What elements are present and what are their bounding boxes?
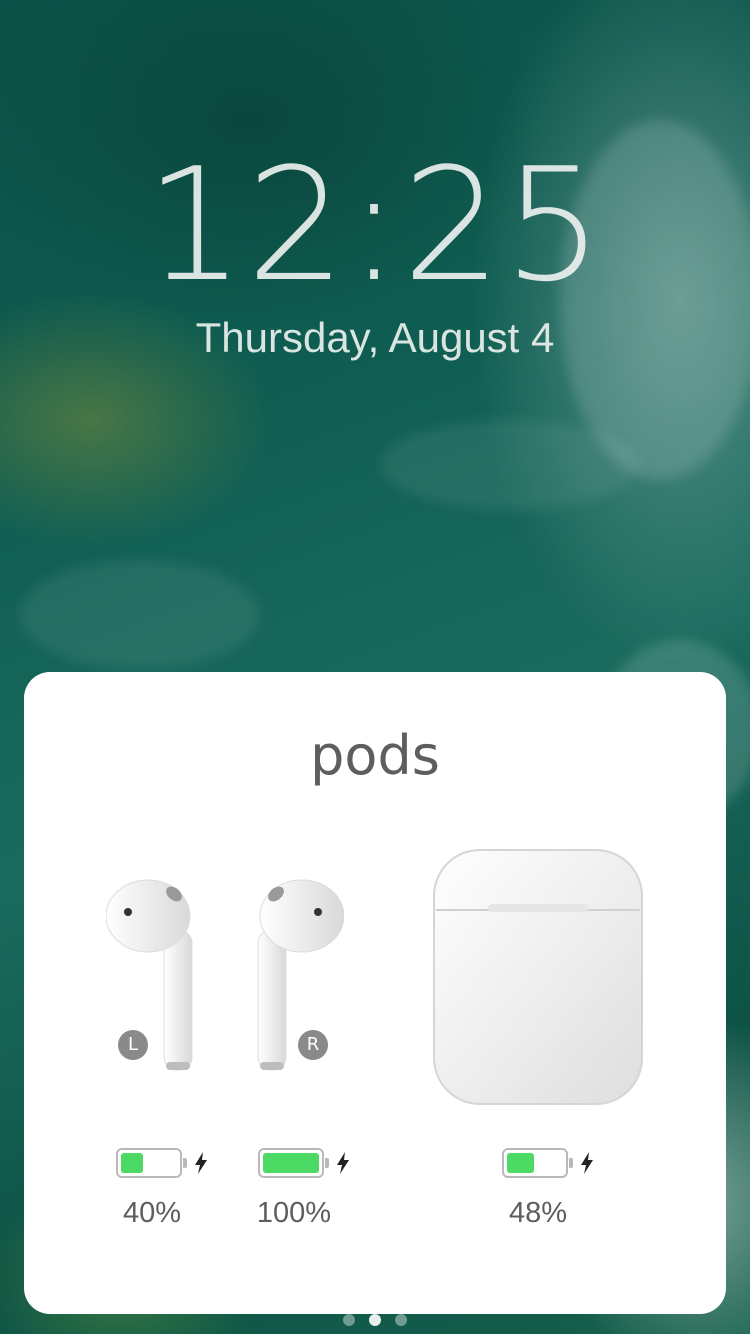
lockscreen-time: 12:25 xyxy=(145,134,605,316)
left-badge: L xyxy=(118,1030,148,1060)
case-battery-indicator xyxy=(502,1148,594,1178)
charging-bolt-icon xyxy=(337,1152,349,1174)
page-dot xyxy=(343,1314,355,1326)
battery-nub xyxy=(569,1158,573,1168)
charging-bolt-icon xyxy=(195,1152,207,1174)
case-battery-percent: 48% xyxy=(508,1197,568,1229)
wave-foam xyxy=(20,560,260,670)
charging-bolt-icon xyxy=(581,1152,593,1174)
right-badge: R xyxy=(298,1030,328,1060)
page-dot-active xyxy=(369,1314,381,1326)
battery-icon xyxy=(116,1148,182,1178)
battery-nub xyxy=(325,1158,329,1168)
right-battery-indicator xyxy=(258,1148,350,1178)
left-battery-percent: 40% xyxy=(122,1197,182,1229)
charging-case-image xyxy=(433,849,643,1105)
battery-icon xyxy=(502,1148,568,1178)
battery-fill xyxy=(121,1153,143,1173)
battery-fill xyxy=(507,1153,534,1173)
right-battery-percent: 100% xyxy=(256,1197,332,1229)
device-name: pods xyxy=(310,724,440,787)
battery-icon xyxy=(258,1148,324,1178)
left-battery-indicator xyxy=(116,1148,208,1178)
page-dot xyxy=(395,1314,407,1326)
wave-foam xyxy=(380,420,640,510)
lockscreen-date: Thursday, August 4 xyxy=(195,314,555,361)
battery-fill xyxy=(263,1153,319,1173)
battery-nub xyxy=(183,1158,187,1168)
airpods-status-card[interactable]: pods L R 40% 100% 48% xyxy=(24,672,726,1314)
page-indicator[interactable] xyxy=(0,1310,750,1330)
